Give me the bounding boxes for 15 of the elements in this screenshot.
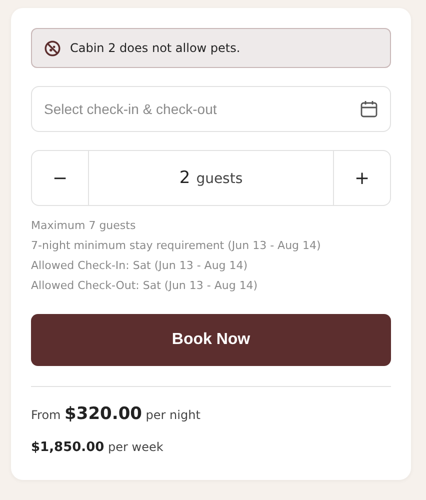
guest-label: guests [196, 171, 243, 187]
calendar-icon[interactable] [360, 100, 378, 118]
increase-button[interactable]: + [333, 151, 390, 205]
book-now-button[interactable]: Book Now [31, 314, 391, 366]
guest-count: 2 [179, 168, 190, 188]
date-field[interactable]: Select check-in & check-out [31, 86, 391, 132]
stay-note: Allowed Check-In: Sat (Jun 13 - Aug 14) [31, 258, 249, 274]
stay-note: Allowed Check-Out: Sat (Jun 13 - Aug 14) [31, 278, 259, 294]
price-text: $1,850.00 per week [31, 439, 164, 457]
stay-note: 7-night minimum stay requirement (Jun 13 - Aug 14) [31, 238, 322, 254]
stay-note: Maximum 7 guests [31, 218, 137, 234]
alert-text: Cabin 2 does not allow pets. [70, 41, 240, 55]
no-pets-icon [44, 40, 61, 56]
decrease-button[interactable]: − [32, 151, 89, 205]
price-text: From $320.00 per night [31, 403, 202, 426]
